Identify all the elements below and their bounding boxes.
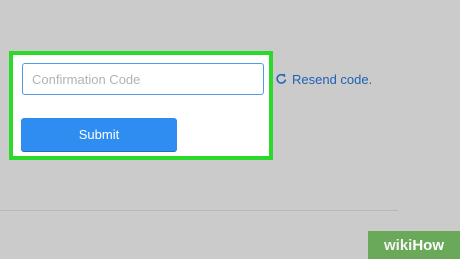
wikihow-logo: wiki How xyxy=(368,231,460,259)
confirmation-form-panel: Submit xyxy=(9,51,273,160)
resend-code-link[interactable]: Resend code. xyxy=(275,69,372,89)
refresh-icon xyxy=(275,73,287,85)
wikihow-logo-how: How xyxy=(412,236,445,254)
divider xyxy=(0,210,398,211)
confirmation-code-input[interactable] xyxy=(22,63,264,95)
wikihow-logo-wiki: wiki xyxy=(383,236,413,254)
submit-button[interactable]: Submit xyxy=(21,118,177,151)
resend-code-label: Resend code. xyxy=(292,71,373,87)
